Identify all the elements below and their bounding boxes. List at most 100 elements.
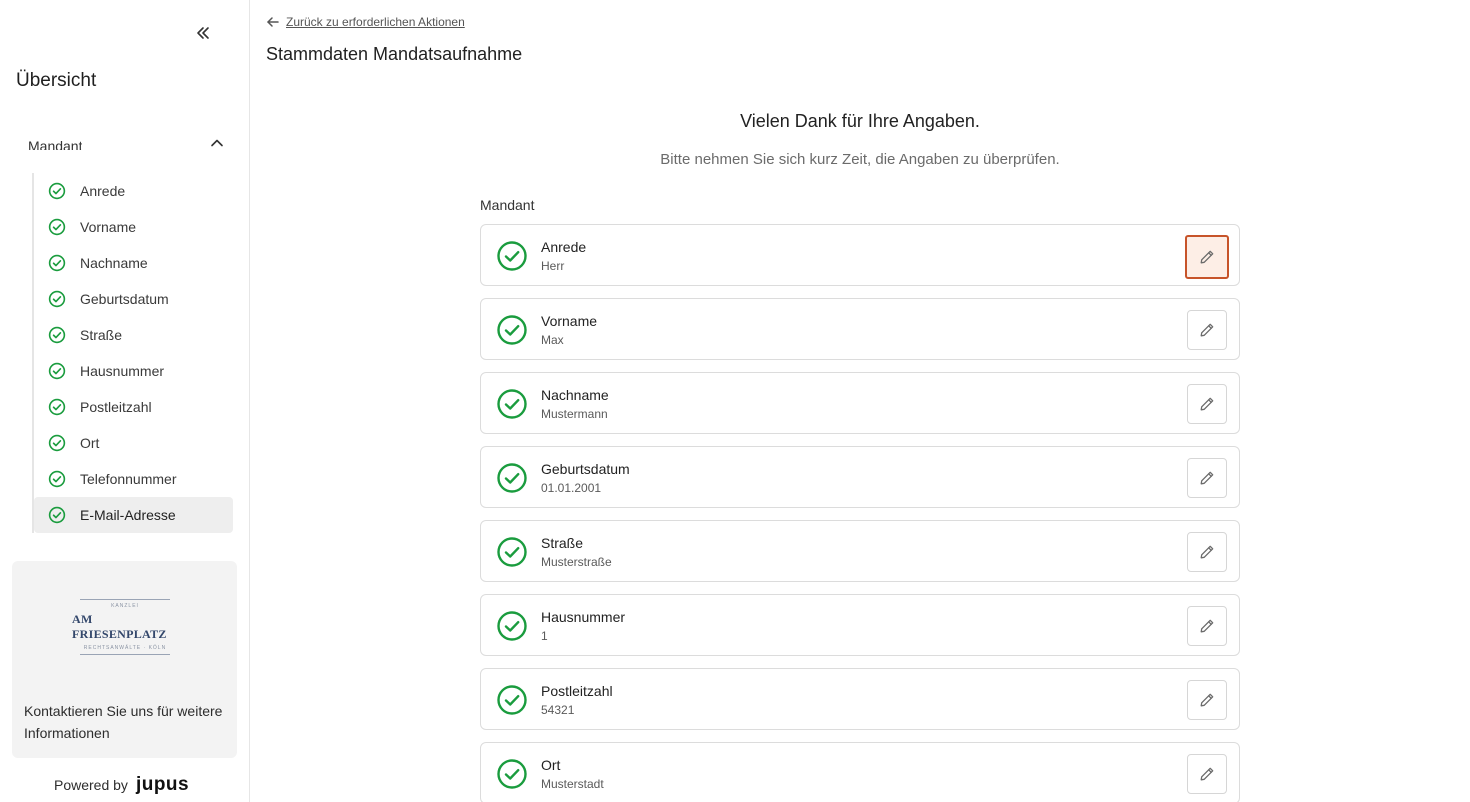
check-circle-icon — [497, 463, 527, 493]
check-circle-icon — [48, 326, 66, 344]
field-value: Musterstraße — [541, 555, 612, 569]
field-label: Postleitzahl — [541, 683, 613, 699]
section-header-mandant[interactable]: Mandant — [28, 133, 224, 153]
sidebar-item-telefonnummer[interactable]: Telefonnummer — [34, 461, 233, 497]
edit-button[interactable] — [1187, 458, 1227, 498]
field-value: Musterstadt — [541, 777, 604, 791]
sidebar-item-nachname[interactable]: Nachname — [34, 245, 233, 281]
edit-button[interactable] — [1187, 680, 1227, 720]
field-value: Mustermann — [541, 407, 608, 421]
field-label: Ort — [541, 757, 561, 773]
field-label: Geburtsdatum — [541, 461, 630, 477]
field-row-nachname: Nachname Mustermann — [480, 372, 1240, 434]
edit-button[interactable] — [1187, 754, 1227, 794]
check-circle-icon — [48, 182, 66, 200]
pencil-icon — [1200, 471, 1214, 485]
field-value: 54321 — [541, 703, 575, 717]
pencil-icon — [1200, 767, 1214, 781]
check-circle-icon — [48, 362, 66, 380]
check-circle-icon — [497, 685, 527, 715]
check-circle-icon — [48, 254, 66, 272]
group-label: Mandant — [480, 197, 535, 213]
firm-logo: KANZLEI AM FRIESENPLATZ RECHTSANWÄLTE · … — [72, 599, 178, 655]
check-circle-icon — [497, 315, 527, 345]
pencil-icon — [1200, 397, 1214, 411]
field-row-anrede: Anrede Herr — [480, 224, 1240, 286]
sidebar: Übersicht Mandant Anrede Vorname Nachnam… — [0, 0, 250, 802]
pencil-icon — [1200, 250, 1214, 264]
back-link-label: Zurück zu erforderlichen Aktionen — [286, 15, 465, 29]
edit-button[interactable] — [1187, 384, 1227, 424]
pencil-icon — [1200, 545, 1214, 559]
sidebar-item-label: Telefonnummer — [80, 471, 177, 487]
field-value: 1 — [541, 629, 548, 643]
logo-name: AM FRIESENPLATZ — [72, 612, 167, 641]
chevrons-left-icon — [197, 27, 209, 39]
contact-text: Kontaktieren Sie uns für weitere Informa… — [24, 703, 223, 741]
field-row-strasse: Straße Musterstraße — [480, 520, 1240, 582]
arrow-left-icon — [267, 17, 279, 27]
check-circle-icon — [48, 434, 66, 452]
check-circle-icon — [48, 218, 66, 236]
field-row-hausnummer: Hausnummer 1 — [480, 594, 1240, 656]
overview-title: Übersicht — [16, 70, 97, 91]
chevron-up-icon — [211, 139, 223, 147]
field-label: Straße — [541, 535, 584, 551]
check-circle-icon — [497, 759, 527, 789]
field-row-postleitzahl: Postleitzahl 54321 — [480, 668, 1240, 730]
thanks-heading: Vielen Dank für Ihre Angaben. — [740, 111, 980, 131]
main-content: Zurück zu erforderlichen Aktionen Stammd… — [250, 0, 1470, 802]
field-row-vorname: Vorname Max — [480, 298, 1240, 360]
sidebar-item-hausnummer[interactable]: Hausnummer — [34, 353, 233, 389]
check-circle-icon — [497, 389, 527, 419]
section-label: Mandant — [28, 138, 83, 150]
sidebar-item-label: Anrede — [80, 183, 126, 199]
field-row-geburtsdatum: Geburtsdatum 01.01.2001 — [480, 446, 1240, 508]
check-circle-icon — [48, 290, 66, 308]
field-row-ort: Ort Musterstadt — [480, 742, 1240, 802]
sidebar-item-postleitzahl[interactable]: Postleitzahl — [34, 389, 233, 425]
brand-logo: jupus — [135, 774, 190, 795]
sidebar-item-label: Nachname — [80, 255, 148, 271]
field-label: Anrede — [541, 239, 587, 255]
sidebar-item-label: Vorname — [80, 219, 137, 235]
check-circle-icon — [48, 506, 66, 524]
field-label: Hausnummer — [541, 609, 626, 625]
sidebar-item-label: Geburtsdatum — [80, 291, 169, 307]
field-label: Vorname — [541, 313, 598, 329]
field-value: Max — [541, 333, 564, 347]
logo-bottom-text: RECHTSANWÄLTE · KÖLN — [83, 645, 167, 651]
check-circle-icon — [48, 470, 66, 488]
field-value: Herr — [541, 259, 565, 273]
check-circle-icon — [48, 398, 66, 416]
review-hint: Bitte nehmen Sie sich kurz Zeit, die Ang… — [660, 151, 1060, 168]
edit-button[interactable] — [1187, 532, 1227, 572]
sidebar-item-strasse[interactable]: Straße — [34, 317, 233, 353]
back-link[interactable]: Zurück zu erforderlichen Aktionen — [266, 15, 465, 29]
sidebar-item-vorname[interactable]: Vorname — [34, 209, 233, 245]
sidebar-item-label: Ort — [80, 435, 100, 451]
edit-button[interactable] — [1185, 235, 1229, 279]
sidebar-item-ort[interactable]: Ort — [34, 425, 233, 461]
page-title: Stammdaten Mandatsaufnahme — [266, 44, 523, 64]
field-label: Nachname — [541, 387, 609, 403]
sidebar-item-anrede[interactable]: Anrede — [34, 173, 233, 209]
edit-button[interactable] — [1187, 310, 1227, 350]
sidebar-item-label: Postleitzahl — [80, 399, 152, 415]
sidebar-item-geburtsdatum[interactable]: Geburtsdatum — [34, 281, 233, 317]
check-circle-icon — [497, 241, 527, 271]
contact-card: KANZLEI AM FRIESENPLATZ RECHTSANWÄLTE · … — [12, 561, 237, 758]
edit-button[interactable] — [1187, 606, 1227, 646]
logo-top-text: KANZLEI — [111, 603, 139, 609]
collapse-sidebar-button[interactable] — [192, 22, 214, 44]
pencil-icon — [1200, 323, 1214, 337]
check-circle-icon — [497, 611, 527, 641]
check-circle-icon — [497, 537, 527, 567]
field-value: 01.01.2001 — [541, 481, 602, 495]
pencil-icon — [1200, 693, 1214, 707]
sidebar-item-label: E-Mail-Adresse — [80, 507, 176, 523]
sidebar-item-label: Straße — [80, 327, 123, 343]
powered-by-label: Powered by — [54, 777, 128, 793]
sidebar-item-label: Hausnummer — [80, 363, 165, 379]
sidebar-item-email[interactable]: E-Mail-Adresse — [34, 497, 233, 533]
